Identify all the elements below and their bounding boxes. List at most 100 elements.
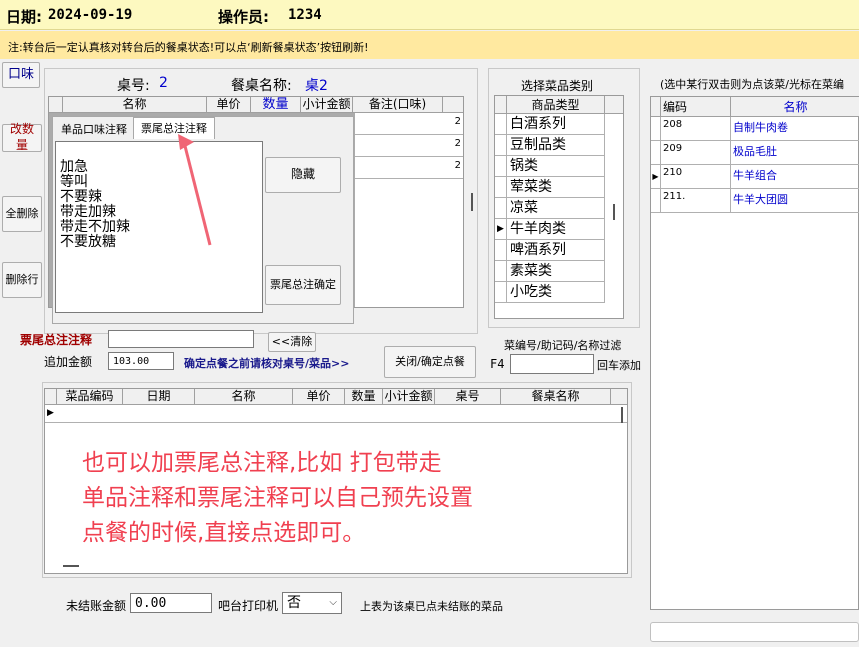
- table-name-label: 餐桌名称:: [231, 78, 292, 94]
- unsettled-amount-input[interactable]: 0.00: [130, 593, 212, 613]
- table-row[interactable]: 2: [355, 157, 463, 179]
- clear-button[interactable]: <<清除: [268, 332, 316, 352]
- dish-list-title: (选中某行双击则为点该菜/光标在菜编: [660, 78, 844, 91]
- dish-code: 208: [661, 117, 731, 140]
- dish-col-code[interactable]: 编码: [661, 97, 731, 117]
- filter-label: 菜编号/助记码/名称过滤: [504, 339, 622, 352]
- extra-amount-input[interactable]: 103.00: [108, 352, 174, 370]
- table-no-value: 2: [159, 75, 168, 91]
- category-label: 小吃类: [507, 282, 605, 302]
- table-row[interactable]: 209 极品毛肚: [651, 141, 859, 165]
- col-dish-name[interactable]: 名称: [195, 389, 293, 404]
- delete-row-button[interactable]: 删除行: [2, 262, 42, 298]
- dish-name: 牛羊大团圆: [733, 193, 788, 206]
- annotation-text: 也可以加票尾总注释,比如 打包带走 单品注释和票尾注释可以自己预先设置 点餐的时…: [82, 446, 473, 551]
- category-grid[interactable]: 商品类型 白酒系列 豆制品类 锅类 荤菜类 凉菜 ▶ 牛羊肉类 啤酒系列 素菜类 …: [494, 95, 624, 319]
- list-item[interactable]: 锅类: [495, 156, 605, 177]
- unsettled-amount-label: 未结账金额: [66, 599, 127, 613]
- delete-all-button[interactable]: 全删除: [2, 196, 42, 232]
- annotation-line: 单品注释和票尾注释可以自己预先设置: [82, 485, 473, 511]
- filter-input[interactable]: [510, 354, 594, 374]
- footer-remark-confirm-button[interactable]: 票尾总注确定: [265, 265, 341, 305]
- row-mark: 2: [454, 138, 461, 149]
- annotation-line: 也可以加票尾总注释,比如 打包带走: [82, 450, 442, 476]
- close-confirm-button[interactable]: 关闭/确定点餐: [384, 346, 476, 378]
- list-item-selected[interactable]: ▶ 牛羊肉类: [495, 219, 605, 240]
- footer-remark-label: 票尾总注注释: [20, 333, 93, 347]
- list-item[interactable]: 啤酒系列: [495, 240, 605, 261]
- col-remark[interactable]: 备注(口味): [353, 97, 443, 112]
- dish-code: 209: [661, 141, 731, 164]
- tab-item-remark[interactable]: 单品口味注释: [55, 121, 133, 139]
- col-date[interactable]: 日期: [123, 389, 195, 404]
- category-title: 选择菜品类别: [521, 79, 594, 93]
- date-label: 日期:: [6, 8, 42, 26]
- printer-select-value: 否: [287, 595, 301, 611]
- category-col-type[interactable]: 商品类型: [507, 96, 605, 114]
- dish-name: 自制牛肉卷: [733, 121, 788, 134]
- list-item[interactable]: 白酒系列: [495, 114, 605, 135]
- row-mark: 2: [454, 116, 461, 127]
- printer-label: 吧台打印机: [218, 599, 279, 613]
- dish-rows: 208 自制牛肉卷 209 极品毛肚 ▶ 210 牛羊组合 211. 牛羊大团圆: [651, 117, 859, 213]
- operator-label: 操作员:: [218, 8, 269, 26]
- category-label: 素菜类: [507, 261, 605, 281]
- table-row[interactable]: 2: [355, 135, 463, 157]
- printer-select[interactable]: 否 ⌵: [282, 592, 342, 614]
- dish-name: 极品毛肚: [733, 145, 777, 158]
- dish-grid[interactable]: 编码 名称 208 自制牛肉卷 209 极品毛肚 ▶ 210 牛羊组合 211. 牛羊大团…: [650, 96, 859, 610]
- filter-key: F4: [490, 357, 505, 371]
- dish-col-name[interactable]: 名称: [731, 97, 859, 117]
- dish-code: 211.: [661, 189, 731, 212]
- dish-grid-header: 编码 名称: [651, 97, 859, 117]
- order-grid-scroll-thumb[interactable]: [471, 193, 473, 211]
- footer-remark-input[interactable]: [108, 330, 254, 348]
- table-no-label: 桌号:: [117, 78, 150, 94]
- category-label: 锅类: [507, 156, 605, 176]
- change-qty-button[interactable]: 改数量: [2, 122, 42, 152]
- row-pointer-icon: ▶: [47, 408, 54, 418]
- col-subtotal[interactable]: 小计金额: [301, 97, 353, 112]
- col-dish-code[interactable]: 菜品编码: [57, 389, 123, 404]
- operator-value: 1234: [288, 7, 322, 23]
- order-grid-rows: 2 2 2: [355, 113, 463, 307]
- col-unit-price[interactable]: 单价: [293, 389, 345, 404]
- hide-button[interactable]: 隐藏: [265, 157, 341, 193]
- unsettled-scroll-thumb[interactable]: [621, 407, 623, 423]
- unsettled-hscroll-thumb[interactable]: [63, 565, 79, 567]
- category-label: 白酒系列: [507, 114, 605, 134]
- col-qty[interactable]: 数量: [251, 97, 301, 112]
- table-row-selected[interactable]: ▶ 210 牛羊组合: [651, 165, 859, 189]
- check-hint: 确定点餐之前请核对桌号/菜品>>: [184, 357, 350, 370]
- row-pointer-icon: ▶: [651, 165, 661, 188]
- col-price[interactable]: 单价: [207, 97, 251, 112]
- flavor-button[interactable]: 口味: [2, 62, 40, 88]
- category-label: 荤菜类: [507, 177, 605, 197]
- enter-add-hint: 回车添加: [597, 359, 641, 372]
- list-item[interactable]: 素菜类: [495, 261, 605, 282]
- col-name[interactable]: 名称: [63, 97, 207, 112]
- row-pointer-icon: ▶: [495, 219, 507, 239]
- category-label: 牛羊肉类: [507, 219, 605, 239]
- table-row[interactable]: 208 自制牛肉卷: [651, 117, 859, 141]
- table-row[interactable]: ▶: [45, 405, 627, 423]
- chevron-down-icon: ⌵: [329, 597, 337, 608]
- list-item[interactable]: 荤菜类: [495, 177, 605, 198]
- col-sub-amount[interactable]: 小计金额: [383, 389, 435, 404]
- table-row[interactable]: 2: [355, 113, 463, 135]
- arrow-icon: [178, 134, 212, 246]
- table-row[interactable]: 211. 牛羊大团圆: [651, 189, 859, 213]
- dish-name: 牛羊组合: [733, 169, 777, 182]
- col-quantity[interactable]: 数量: [345, 389, 383, 404]
- dish-code: 210: [661, 165, 731, 188]
- notice-bar: 注:转台后一定认真核对转台后的餐桌状态!可以点‘刷新餐桌状态’按钮刷新!: [0, 31, 859, 59]
- list-item[interactable]: 豆制品类: [495, 135, 605, 156]
- category-scroll-thumb[interactable]: [613, 204, 615, 220]
- category-label: 啤酒系列: [507, 240, 605, 260]
- category-header: 商品类型: [495, 96, 623, 114]
- col-table-no[interactable]: 桌号: [435, 389, 501, 404]
- list-item[interactable]: 小吃类: [495, 282, 605, 303]
- col-table-name[interactable]: 餐桌名称: [501, 389, 611, 404]
- list-item[interactable]: 凉菜: [495, 198, 605, 219]
- dish-search-bar[interactable]: [650, 622, 859, 642]
